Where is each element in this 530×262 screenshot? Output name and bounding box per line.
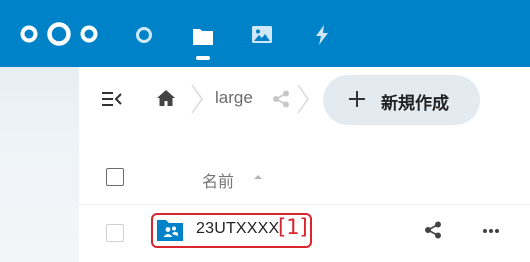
nextcloud-logo-icon[interactable] [19,22,99,46]
breadcrumb-separator [191,84,203,114]
plus-icon [349,91,365,107]
active-app-indicator [196,56,210,60]
breadcrumb-separator [297,84,309,114]
app-navigation-sidebar [0,67,79,262]
menu-toggle-icon[interactable] [102,91,122,107]
sort-ascending-icon[interactable] [253,173,263,181]
photos-icon[interactable] [251,25,273,45]
home-icon[interactable] [157,90,175,106]
annotation-highlight [151,213,312,248]
select-all-checkbox[interactable] [106,168,124,186]
name-column-header[interactable]: 名前 [202,168,234,192]
activity-icon[interactable] [315,25,329,45]
new-button[interactable]: 新規作成 [323,75,480,125]
file-row[interactable]: 23UTXXXX [1] [79,205,530,262]
more-actions-icon[interactable] [482,228,500,234]
top-navigation-bar [0,0,530,67]
dashboard-icon[interactable] [135,26,153,44]
breadcrumb-current-folder[interactable]: large [215,88,253,108]
share-icon[interactable] [424,221,442,239]
files-icon[interactable] [192,26,214,46]
files-main-content: large 新規作成 名前 23UTXXXX [1] [79,67,530,262]
row-checkbox[interactable] [106,224,124,242]
share-icon[interactable] [272,90,290,108]
new-button-label: 新規作成 [381,94,449,113]
